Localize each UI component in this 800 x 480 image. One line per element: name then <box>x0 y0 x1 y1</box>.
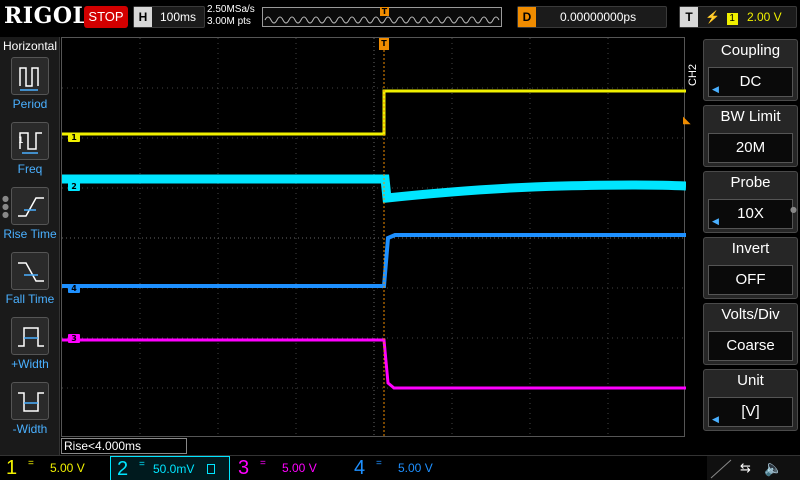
timebase-value: 100ms <box>160 10 197 24</box>
acquisition-info: 2.50MSa/s 3.00M pts <box>207 4 255 28</box>
menu-invert-title: Invert <box>731 240 770 257</box>
menu-probe[interactable]: Probe ◀ 10X <box>703 171 798 233</box>
ch4-status[interactable]: 4 = 5.00 V <box>348 456 458 480</box>
bw-limit-icon <box>207 464 215 474</box>
neg-width-label: -Width <box>12 422 48 436</box>
usb-icon: ⇆ <box>740 461 751 476</box>
ch4-coupling: = <box>376 458 382 469</box>
menu-volts-div-title: Volts/Div <box>721 306 780 323</box>
menu-coupling-title: Coupling <box>720 42 781 59</box>
graticule-center <box>62 38 686 438</box>
pos-width-label: +Width <box>11 357 49 371</box>
horizontal-measure-panel: Horizontal Period 1 Freq Rise Time Fall … <box>0 37 60 457</box>
memory-depth: 3.00M pts <box>207 16 251 27</box>
ch1-trace <box>62 89 686 136</box>
menu-invert-value[interactable]: OFF <box>708 265 793 295</box>
fall-time-icon <box>11 252 49 290</box>
ch1-scale: 5.00 V <box>50 461 85 475</box>
measurement-readout: Rise<4.000ms <box>61 438 187 454</box>
ch4-number: 4 <box>354 457 366 479</box>
trigger-key: T <box>680 7 698 27</box>
left-scroll-indicator: ● ● ● <box>2 194 9 219</box>
channel-menu-tab: CH2 <box>687 64 699 87</box>
measure-rise-time[interactable]: Rise Time <box>0 187 60 249</box>
menu-bw-limit-value[interactable]: 20M <box>708 133 793 163</box>
measure-freq[interactable]: 1 Freq <box>0 122 60 184</box>
menu-bw-limit[interactable]: BW Limit 20M <box>703 105 798 167</box>
measure-fall-time[interactable]: Fall Time <box>0 252 60 314</box>
top-status-bar: RIGOL STOP H 100ms 2.50MSa/s 3.00M pts T … <box>0 0 800 36</box>
menu-probe-value[interactable]: ◀ 10X <box>708 199 793 229</box>
period-label: Period <box>12 97 48 111</box>
select-arrow-icon: ◀ <box>712 84 719 94</box>
channel-status-bar: 1 = 5.00 V 2 = 50.0mV 3 = 5.00 V 4 = 5.0… <box>0 455 800 480</box>
grid-trigger-marker[interactable]: T <box>379 38 389 50</box>
ch2-status[interactable]: 2 = 50.0mV <box>110 456 230 480</box>
rise-time-label: Rise Time <box>3 227 57 241</box>
ch1-marker[interactable]: 1 <box>68 133 80 142</box>
freq-label: Freq <box>17 162 43 176</box>
ch3-trace <box>62 338 686 390</box>
waveform-display[interactable] <box>61 37 686 438</box>
menu-volts-div-value[interactable]: Coarse <box>708 331 793 361</box>
ch4-scale: 5.00 V <box>398 461 433 475</box>
menu-invert[interactable]: Invert OFF <box>703 237 798 299</box>
ch3-scale: 5.00 V <box>282 461 317 475</box>
delay-key: D <box>518 7 536 27</box>
right-scroll-indicator: ● <box>790 205 797 214</box>
menu-bw-limit-title: BW Limit <box>720 108 781 125</box>
panel-title: Horizontal <box>3 39 58 53</box>
freq-icon: 1 <box>11 122 49 160</box>
ch1-number: 1 <box>6 457 18 479</box>
menu-coupling[interactable]: Coupling ◀ DC <box>703 39 798 101</box>
delay-value: 0.00000000ps <box>560 10 637 24</box>
ch3-number: 3 <box>238 457 250 479</box>
trigger-level: 2.00 V <box>746 10 782 24</box>
trigger-display[interactable]: T ⚡ 1 2.00 V <box>679 6 797 28</box>
run-stop-button[interactable]: STOP <box>84 6 128 28</box>
menu-unit-value[interactable]: ◀ [V] <box>708 397 793 427</box>
measure-neg-width[interactable]: -Width <box>0 382 60 444</box>
ch3-marker[interactable]: 3 <box>68 334 80 343</box>
trigger-position-marker[interactable]: T <box>380 7 389 16</box>
ch4-marker[interactable]: 4 <box>68 284 80 293</box>
timebase-display[interactable]: H 100ms <box>133 6 205 28</box>
menu-unit-title: Unit <box>737 372 764 389</box>
select-arrow-icon: ◀ <box>712 216 719 226</box>
sample-rate: 2.50MSa/s <box>207 4 255 15</box>
period-icon <box>11 57 49 95</box>
speaker-mute-icon[interactable]: 🔈 <box>764 459 783 477</box>
pos-width-icon <box>11 317 49 355</box>
ch1-coupling: = <box>28 458 34 469</box>
trigger-edge-icon: ⚡ <box>705 10 721 24</box>
delay-display[interactable]: D 0.00000000ps <box>517 6 667 28</box>
ch1-status[interactable]: 1 = 5.00 V <box>0 456 108 480</box>
ch2-coupling: = <box>139 459 145 470</box>
waveform-canvas <box>62 38 686 438</box>
menu-probe-title: Probe <box>730 174 771 191</box>
select-arrow-icon: ◀ <box>712 414 719 424</box>
ch2-marker[interactable]: 2 <box>68 182 80 191</box>
trigger-source: 1 <box>726 13 738 25</box>
rise-time-icon <box>11 187 49 225</box>
ch2-number: 2 <box>117 458 129 480</box>
svg-text:1: 1 <box>18 136 24 146</box>
channel-menu: Coupling ◀ DC BW Limit 20M Probe ◀ 10X Inv… <box>703 37 800 432</box>
timebase-key: H <box>134 7 152 27</box>
ch2-scale: 50.0mV <box>153 462 195 476</box>
bottom-menu-arrow[interactable] <box>707 456 800 480</box>
trigger-level-arrow[interactable]: ◣ <box>683 115 693 126</box>
menu-coupling-value[interactable]: ◀ DC <box>708 67 793 97</box>
fall-time-label: Fall Time <box>5 292 55 306</box>
ch3-status[interactable]: 3 = 5.00 V <box>232 456 342 480</box>
menu-volts-div[interactable]: Volts/Div Coarse <box>703 303 798 365</box>
rigol-logo: RIGOL <box>4 3 89 29</box>
measure-period[interactable]: Period <box>0 57 60 119</box>
measure-pos-width[interactable]: +Width <box>0 317 60 379</box>
menu-unit[interactable]: Unit ◀ [V] <box>703 369 798 431</box>
neg-width-icon <box>11 382 49 420</box>
ch3-coupling: = <box>260 458 266 469</box>
ch2-trace <box>62 174 686 203</box>
